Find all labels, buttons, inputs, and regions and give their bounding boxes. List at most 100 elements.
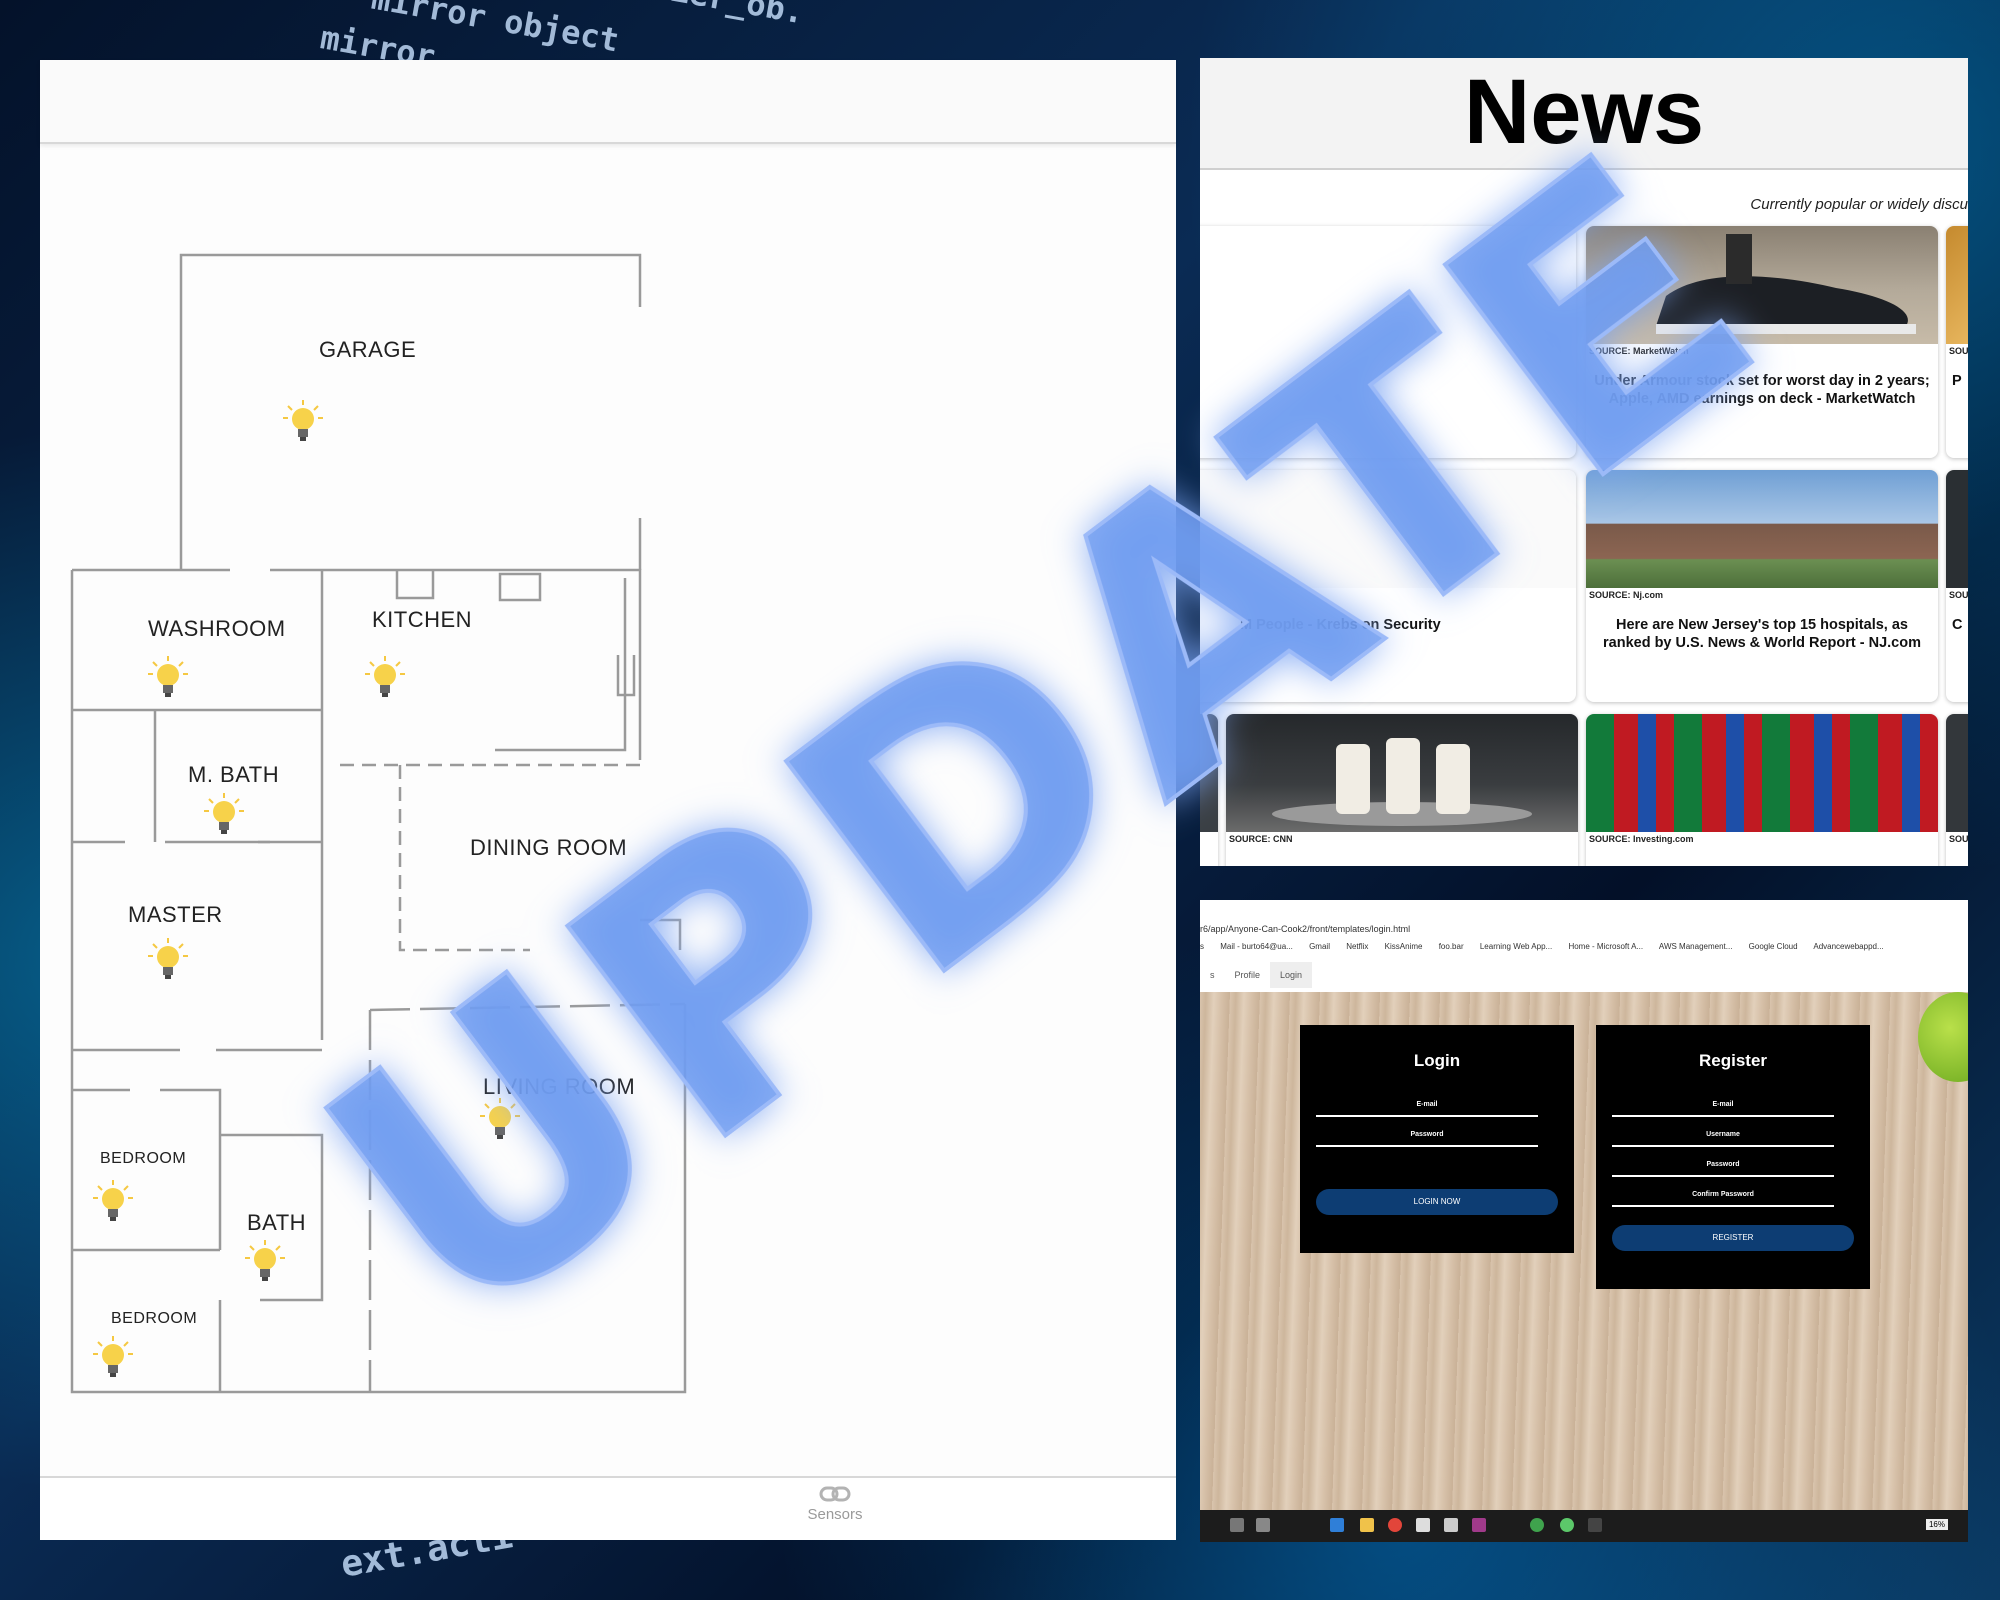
bookmark-item[interactable]: foo.bar bbox=[1439, 942, 1464, 951]
news-card-image bbox=[1200, 714, 1218, 832]
news-card[interactable] bbox=[1200, 226, 1576, 458]
news-card[interactable]: SOURCE: Nj.com Here are New Jersey's top… bbox=[1586, 470, 1938, 702]
tab-profile[interactable]: Profile bbox=[1225, 962, 1271, 988]
news-card-source: SOURCE: MarketWatch bbox=[1589, 346, 1689, 356]
store-icon[interactable] bbox=[1444, 1518, 1458, 1532]
shoe-image bbox=[1656, 234, 1916, 334]
task-view-icon[interactable] bbox=[1256, 1518, 1270, 1532]
light-bulb-icon[interactable] bbox=[365, 656, 405, 702]
bookmark-item[interactable]: Mail - burto64@ua... bbox=[1220, 942, 1293, 951]
news-card[interactable]: SOURCE: Investing.com bbox=[1586, 714, 1938, 866]
news-card-image bbox=[1586, 226, 1938, 344]
news-card-source: SOURCE: Nj.com bbox=[1589, 590, 1664, 600]
room-label-living-room: LIVING ROOM bbox=[483, 1074, 636, 1099]
page-title: News bbox=[1463, 61, 1705, 163]
browser-chrome: r6/app/Anyone-Can-Cook2/front/templates/… bbox=[1200, 900, 1968, 992]
login-app-panel: r6/app/Anyone-Can-Cook2/front/templates/… bbox=[1200, 900, 1968, 1542]
room-label-bedroom: BEDROOM bbox=[100, 1150, 187, 1167]
username-field[interactable]: Username bbox=[1612, 1131, 1834, 1147]
room-label-dining-room: DINING ROOM bbox=[470, 835, 628, 860]
news-card-image bbox=[1200, 470, 1576, 588]
news-header: News bbox=[1200, 58, 1968, 170]
room-label-kitchen: KITCHEN bbox=[372, 607, 473, 632]
news-card-image bbox=[1946, 714, 1968, 832]
news-card-image bbox=[1586, 714, 1938, 832]
light-bulb-icon[interactable] bbox=[148, 656, 188, 702]
register-form: Register E-mail Username Password Confir… bbox=[1596, 1025, 1870, 1289]
light-bulb-icon[interactable] bbox=[480, 1098, 520, 1144]
terminal-icon[interactable] bbox=[1588, 1518, 1602, 1532]
news-card-image bbox=[1946, 226, 1968, 344]
password-field[interactable]: Password bbox=[1612, 1161, 1834, 1177]
windows-taskbar: 16% bbox=[1200, 1510, 1968, 1542]
light-bulb-icon[interactable] bbox=[93, 1336, 133, 1382]
nav-sensors[interactable]: Sensors bbox=[780, 1484, 890, 1523]
news-card-source: SOU bbox=[1949, 834, 1968, 844]
chrome-icon[interactable] bbox=[1560, 1518, 1574, 1532]
light-bulb-icon[interactable] bbox=[245, 1240, 285, 1286]
news-card-title: P bbox=[1952, 373, 1962, 389]
bookmark-item[interactable]: AWS Management... bbox=[1659, 942, 1733, 951]
link-icon bbox=[819, 1486, 851, 1502]
chrome-icon[interactable] bbox=[1530, 1518, 1544, 1532]
battery-indicator[interactable]: 16% bbox=[1925, 1519, 1948, 1530]
bookmark-item[interactable]: Google Cloud bbox=[1749, 942, 1798, 951]
bookmark-item[interactable]: s bbox=[1200, 942, 1204, 951]
news-card-image bbox=[1226, 714, 1578, 832]
light-bulb-icon[interactable] bbox=[204, 793, 244, 839]
light-bulb-icon[interactable] bbox=[148, 938, 188, 984]
tab-item[interactable]: s bbox=[1200, 962, 1225, 988]
room-label-garage: GARAGE bbox=[319, 337, 417, 362]
news-card[interactable]: SOURCE: MarketWatch Under Armour stock s… bbox=[1586, 226, 1938, 458]
password-field[interactable]: Password bbox=[1316, 1131, 1538, 1147]
bookmarks-bar: s Mail - burto64@ua... Gmail Netflix Kis… bbox=[1200, 942, 1968, 956]
bookmark-item[interactable]: Advancewebappd... bbox=[1813, 942, 1883, 951]
news-card[interactable]: SOU P bbox=[1946, 226, 1968, 458]
bookmark-item[interactable]: Home - Microsoft A... bbox=[1568, 942, 1643, 951]
news-card[interactable]: SOU bbox=[1946, 714, 1968, 866]
news-card-title: C bbox=[1952, 617, 1963, 633]
login-form: Login E-mail Password LOGIN NOW bbox=[1300, 1025, 1574, 1253]
mail-icon[interactable] bbox=[1416, 1518, 1430, 1532]
light-bulb-icon[interactable] bbox=[93, 1180, 133, 1226]
news-card[interactable]: SOURCE: CNN bbox=[1226, 714, 1578, 866]
room-label-bath: BATH bbox=[247, 1210, 307, 1235]
login-title: Login bbox=[1413, 1051, 1461, 1070]
site-nav: s Profile Login bbox=[1200, 962, 1313, 990]
register-button[interactable]: REGISTER bbox=[1612, 1225, 1854, 1251]
news-card-title: Under Armour stock set for worst day in … bbox=[1594, 373, 1930, 407]
news-subtitle: Currently popular or widely discu bbox=[1750, 196, 1968, 213]
room-label-washroom: WASHROOM bbox=[148, 616, 286, 641]
floor-plan-panel: GARAGE WASHROOM KITCHEN M. BATH MASTER D… bbox=[40, 60, 1176, 1540]
news-card[interactable]: SOU C bbox=[1946, 470, 1968, 702]
news-card[interactable] bbox=[1200, 714, 1218, 866]
bookmark-item[interactable]: Netflix bbox=[1346, 942, 1368, 951]
room-label-master: MASTER bbox=[128, 902, 223, 927]
bookmark-item[interactable]: Learning Web App... bbox=[1480, 942, 1552, 951]
news-card-source: SOURCE: CNN bbox=[1229, 834, 1293, 844]
register-title: Register bbox=[1698, 1051, 1768, 1070]
bottom-navigation: Sensors bbox=[40, 1476, 1176, 1540]
news-card-title: M People - Krebs on Security bbox=[1240, 617, 1441, 633]
bookmark-item[interactable]: Gmail bbox=[1309, 942, 1330, 951]
chrome-icon[interactable] bbox=[1388, 1518, 1402, 1532]
bookmark-item[interactable]: KissAnime bbox=[1385, 942, 1423, 951]
news-card-source: SOURCE: Investing.com bbox=[1589, 834, 1694, 844]
confirm-password-field[interactable]: Confirm Password bbox=[1612, 1191, 1834, 1207]
news-panel: News Currently popular or widely discu S… bbox=[1200, 58, 1968, 866]
news-card-image bbox=[1586, 470, 1938, 588]
news-card[interactable]: M People - Krebs on Security bbox=[1200, 470, 1576, 702]
room-label-bedroom: BEDROOM bbox=[111, 1310, 198, 1327]
tab-login[interactable]: Login bbox=[1270, 962, 1313, 988]
mic-icon[interactable] bbox=[1230, 1518, 1244, 1532]
news-card-image bbox=[1946, 470, 1968, 588]
email-field[interactable]: E-mail bbox=[1316, 1101, 1538, 1117]
light-bulb-icon[interactable] bbox=[283, 400, 323, 446]
address-bar[interactable]: r6/app/Anyone-Can-Cook2/front/templates/… bbox=[1200, 924, 1410, 934]
app-icon[interactable] bbox=[1472, 1518, 1486, 1532]
background-code-line: ier_ob. bbox=[667, 0, 808, 32]
login-button[interactable]: LOGIN NOW bbox=[1316, 1189, 1558, 1215]
folder-icon[interactable] bbox=[1360, 1518, 1374, 1532]
edge-icon[interactable] bbox=[1330, 1518, 1344, 1532]
email-field[interactable]: E-mail bbox=[1612, 1101, 1834, 1117]
